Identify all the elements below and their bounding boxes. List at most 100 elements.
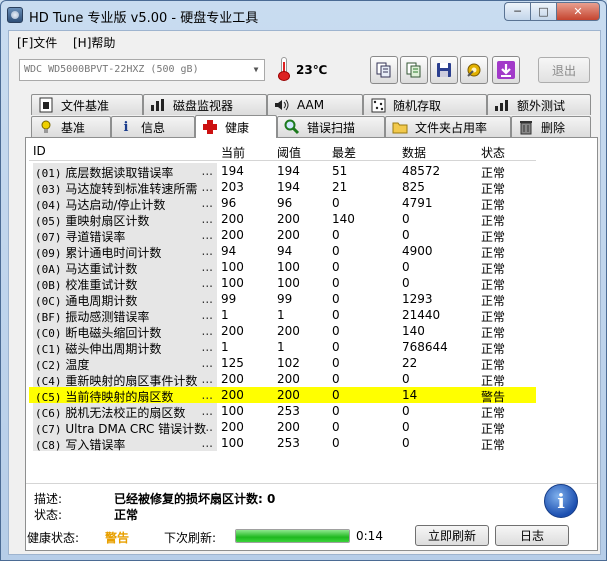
worst-value: 0 — [332, 276, 340, 290]
exit-button[interactable]: 退出 — [538, 57, 590, 83]
table-row[interactable]: (C6) 脱机无法校正的扇区数... 100 253 0 0 正常 — [29, 403, 536, 420]
current-value: 125 — [221, 356, 244, 370]
table-row[interactable]: (C7) Ultra DMA CRC 错误计数... 200 200 0 0 正常 — [29, 419, 536, 436]
table-row[interactable]: (C0) 断电磁头缩回计数... 200 200 0 140 正常 — [29, 323, 536, 340]
options-icon — [467, 63, 481, 77]
header-data[interactable]: 数据 — [402, 144, 426, 161]
current-value: 200 — [221, 212, 244, 226]
menu-file[interactable]: [F]文件 — [17, 34, 57, 51]
raw-data-value: 768644 — [402, 340, 448, 354]
tab-error-scan[interactable]: 错误扫描 — [277, 116, 385, 137]
header-status[interactable]: 状态 — [481, 144, 505, 161]
table-row[interactable]: (01) 底层数据读取错误率... 194 194 51 48572 正常 — [29, 163, 536, 180]
save-icon — [437, 63, 451, 77]
app-window: HD Tune 专业版 v5.00 - 硬盘专业工具 ─ □ ✕ [F]文件 [… — [0, 0, 607, 561]
attribute-name: 校准重试计数 — [65, 278, 138, 291]
tab-label: 文件基准 — [61, 98, 110, 113]
table-row[interactable]: (C1) 磁头伸出周期计数... 1 1 0 768644 正常 — [29, 339, 536, 356]
tab-label: 删除 — [541, 120, 566, 135]
info-circle-icon[interactable]: i — [544, 484, 578, 518]
refresh-progress-bar — [235, 529, 350, 543]
ellipsis: ... — [201, 404, 213, 418]
header-id[interactable]: ID — [33, 144, 46, 158]
attribute-id-cell: (01) 底层数据读取错误率... — [33, 163, 217, 179]
header-threshold[interactable]: 阈值 — [277, 144, 301, 161]
minimize-button[interactable]: ─ — [504, 2, 530, 21]
tab-extra-tests[interactable]: 额外测试 — [487, 94, 591, 115]
table-row[interactable]: (C8) 写入错误率... 100 253 0 0 正常 — [29, 435, 536, 452]
table-row[interactable]: (07) 寻道错误率... 200 200 0 0 正常 — [29, 227, 536, 244]
save-button[interactable] — [430, 56, 458, 84]
table-row[interactable]: (BF) 振动感测错误率... 1 1 0 21440 正常 — [29, 307, 536, 324]
table-row[interactable]: (03) 马达旋转到标准转速所需... 203 194 21 825 正常 — [29, 179, 536, 196]
table-row[interactable]: (0A) 马达重试计数... 100 100 0 0 正常 — [29, 259, 536, 276]
threshold-value: 94 — [277, 244, 293, 258]
attribute-name: 马达重试计数 — [65, 262, 138, 275]
raw-data-value: 4900 — [402, 244, 433, 258]
download-button[interactable] — [492, 56, 520, 84]
table-row[interactable]: (C2) 温度... 125 102 0 22 正常 — [29, 355, 536, 372]
copy-button[interactable] — [370, 56, 398, 84]
table-row[interactable]: (C5) 当前待映射的扇区数... 200 200 0 14 警告 — [29, 387, 536, 404]
tab-info[interactable]: i 信息 — [111, 116, 195, 137]
tab-disk-monitor[interactable]: 磁盘监视器 — [143, 94, 267, 115]
tab-label: 额外测试 — [517, 98, 566, 113]
close-button[interactable]: ✕ — [556, 2, 600, 21]
tab-aam[interactable]: AAM — [267, 94, 363, 115]
tab-label: AAM — [297, 98, 325, 112]
menu-help[interactable]: [H]帮助 — [73, 34, 115, 51]
drive-select[interactable]: WDC WD5000BPVT-22HXZ (500 gB) ▼ — [19, 59, 265, 81]
attribute-id-cell: (0B) 校准重试计数... — [33, 275, 217, 291]
tab-health[interactable]: 健康 — [195, 115, 277, 138]
log-button[interactable]: 日志 — [495, 525, 569, 546]
worst-value: 21 — [332, 180, 348, 194]
table-row[interactable]: (09) 累计通电时间计数... 94 94 0 4900 正常 — [29, 243, 536, 260]
tab-folder-usage[interactable]: 文件夹占用率 — [385, 116, 511, 137]
close-icon: ✕ — [573, 5, 583, 18]
attribute-id-cell: (BF) 振动感测错误率... — [33, 307, 217, 323]
table-row[interactable]: (0B) 校准重试计数... 100 100 0 0 正常 — [29, 275, 536, 292]
tab-random-access[interactable]: 随机存取 — [363, 94, 487, 115]
menu-bar: [F]文件 [H]帮助 — [9, 31, 600, 53]
threshold-value: 200 — [277, 420, 300, 434]
header-current[interactable]: 当前 — [221, 144, 245, 161]
disk-monitor-icon — [150, 97, 166, 113]
current-value: 100 — [221, 436, 244, 450]
table-row[interactable]: (C4) 重新映射的扇区事件计数... 200 200 0 0 正常 — [29, 371, 536, 388]
tab-file-benchmark[interactable]: 文件基准 — [31, 94, 143, 115]
tab-label: 随机存取 — [393, 98, 442, 113]
options-button[interactable] — [460, 56, 488, 84]
client-area: [F]文件 [H]帮助 WDC WD5000BPVT-22HXZ (500 gB… — [8, 30, 601, 555]
ellipsis: ... — [201, 340, 213, 354]
table-row[interactable]: (0C) 通电周期计数... 99 99 0 1293 正常 — [29, 291, 536, 308]
health-panel: ID 当前 阈值 最差 数据 状态 (01) 底层数据读取错误率... 194 19… — [25, 137, 598, 551]
benchmark-icon — [38, 119, 54, 135]
tab-label: 磁盘监视器 — [173, 98, 234, 113]
raw-data-value: 0 — [402, 276, 410, 290]
attribute-code: (C8) — [35, 439, 62, 451]
attribute-name: 通电周期计数 — [65, 294, 138, 307]
current-value: 203 — [221, 180, 244, 194]
attribute-name: 重映射扇区计数 — [65, 214, 150, 227]
health-cross-icon — [202, 119, 218, 135]
table-body: (01) 底层数据读取错误率... 194 194 51 48572 正常 (03) 马达旋… — [29, 163, 536, 452]
table-row[interactable]: (04) 马达启动/停止计数... 96 96 0 4791 正常 — [29, 195, 536, 212]
attribute-id-cell: (07) 寻道错误率... — [33, 227, 217, 243]
copy-all-button[interactable] — [400, 56, 428, 84]
chevron-down-icon[interactable]: ▼ — [250, 63, 262, 77]
smart-table[interactable]: ID 当前 阈值 最差 数据 状态 (01) 底层数据读取错误率... 194 19… — [29, 141, 536, 478]
attribute-id-cell: (C6) 脱机无法校正的扇区数... — [33, 403, 217, 419]
attribute-name: 底层数据读取错误率 — [65, 166, 174, 179]
table-row[interactable]: (05) 重映射扇区计数... 200 200 140 0 正常 — [29, 211, 536, 228]
header-worst[interactable]: 最差 — [332, 144, 356, 161]
tab-benchmark[interactable]: 基准 — [31, 116, 111, 137]
refresh-now-button[interactable]: 立即刷新 — [415, 525, 489, 546]
maximize-button[interactable]: □ — [530, 2, 556, 21]
table-header: ID 当前 阈值 最差 数据 状态 — [29, 141, 536, 161]
tab-label: 健康 — [225, 120, 250, 135]
attribute-code: (C6) — [35, 407, 62, 419]
attribute-name: 脱机无法校正的扇区数 — [65, 406, 186, 419]
title-bar[interactable]: HD Tune 专业版 v5.00 - 硬盘专业工具 ─ □ ✕ — [1, 1, 606, 29]
tab-erase[interactable]: 删除 — [511, 116, 591, 137]
attribute-id-cell: (C1) 磁头伸出周期计数... — [33, 339, 217, 355]
